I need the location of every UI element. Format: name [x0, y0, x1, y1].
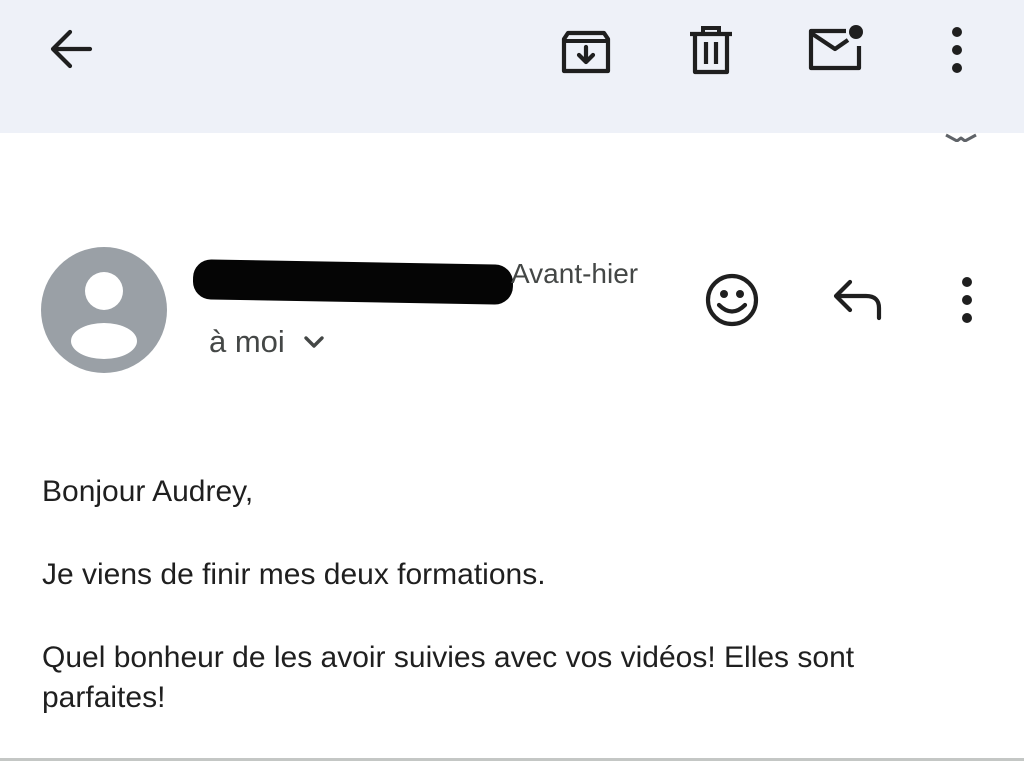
- greeting-line: Bonjour Audrey,: [42, 475, 254, 508]
- received-date: Avant-hier: [511, 258, 639, 289]
- body-line: Quel bonheur de les avoir suivies avec v…: [42, 641, 855, 714]
- recipient-toggle[interactable]: à moi: [209, 322, 325, 362]
- mark-unread-icon[interactable]: [808, 24, 864, 72]
- sender-row: Avant-hier: [192, 252, 673, 305]
- avatar[interactable]: [41, 247, 167, 373]
- message-header: Avant-hier à moi: [0, 230, 1024, 390]
- message-more-icon[interactable]: [955, 276, 979, 329]
- delete-icon[interactable]: [688, 26, 734, 76]
- archive-icon[interactable]: [561, 27, 611, 75]
- body-line: Je viens de finir mes deux formations.: [42, 558, 546, 591]
- emoji-react-icon[interactable]: [704, 272, 760, 333]
- reply-icon[interactable]: [832, 278, 884, 327]
- chevron-down-icon: [304, 336, 324, 348]
- more-options-icon[interactable]: [945, 26, 969, 74]
- back-arrow-icon[interactable]: [48, 28, 94, 70]
- recipient-label: à moi: [209, 324, 285, 359]
- sender-name[interactable]: [192, 259, 514, 305]
- star-icon[interactable]: [943, 130, 979, 142]
- toolbar: [0, 0, 1024, 133]
- message-body: Bonjour Audrey, Je viens de finir mes de…: [42, 472, 982, 718]
- person-icon: [71, 272, 137, 359]
